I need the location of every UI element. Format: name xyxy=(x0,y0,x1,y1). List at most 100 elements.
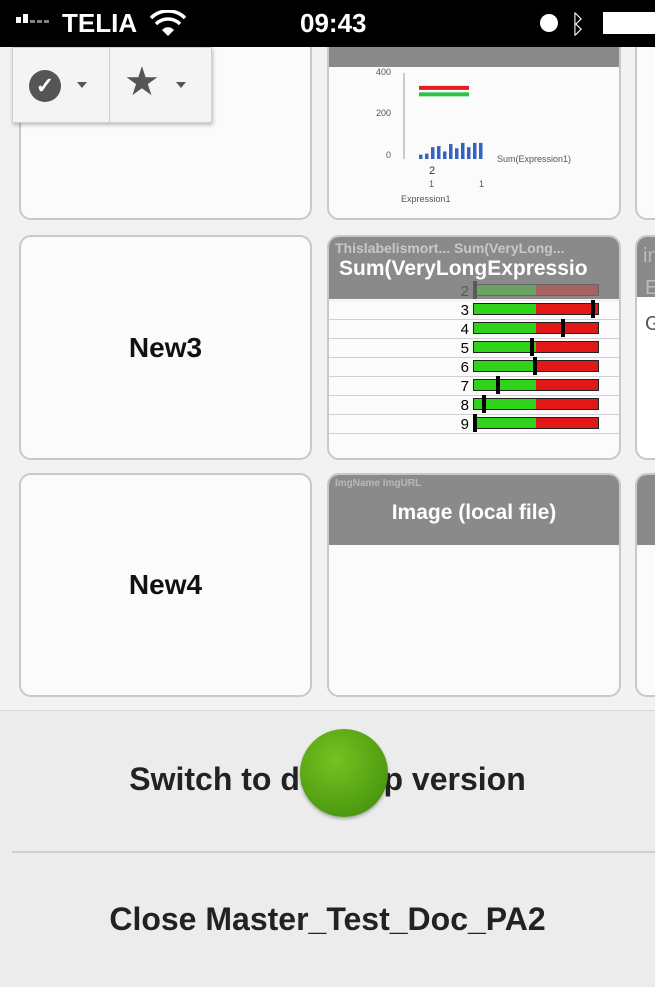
gauge-bar xyxy=(473,341,599,353)
signal-strength-icon xyxy=(16,14,49,23)
gauge-bar xyxy=(473,379,599,391)
gauge-row: 8 xyxy=(329,395,619,415)
card-header: ImgName ImgURL Image (local file) xyxy=(329,475,619,545)
bar xyxy=(419,154,423,159)
gauge-row-label: 3 xyxy=(460,302,469,319)
image-card[interactable]: ImgName ImgURL Image (local file) xyxy=(327,473,621,697)
gauge-bar xyxy=(473,303,599,315)
gauge-green-segment xyxy=(474,304,536,314)
y-tick-label: 400 xyxy=(376,67,391,77)
wifi-icon xyxy=(150,10,186,36)
gauge-row-label: 5 xyxy=(460,340,469,357)
sheet-card-partial[interactable]: in E G xyxy=(635,235,655,460)
bar-chart: 400 200 0 2 1 1 Expression1 Sum(Expressi… xyxy=(376,67,571,204)
card-title: Sum(VeryLongExpressio xyxy=(339,257,588,280)
gauge-row-label: 7 xyxy=(460,378,469,395)
bar xyxy=(443,151,447,159)
gauge-row: 4 xyxy=(329,319,619,339)
gauge-red-segment xyxy=(536,380,598,390)
x-tick-label: 2 xyxy=(429,165,435,177)
gauge-row: 2 xyxy=(329,281,619,301)
bar xyxy=(467,147,471,159)
divider xyxy=(12,851,655,853)
gauge-green-segment xyxy=(474,380,536,390)
check-circle-icon: ✓ xyxy=(29,70,61,102)
chart-card[interactable]: 400 200 0 2 1 1 Expression1 Sum(Expressi… xyxy=(327,47,621,220)
sheet-card-new4[interactable]: New4 xyxy=(19,473,312,697)
gauge-green-segment xyxy=(474,418,536,428)
gauge-bar xyxy=(473,398,599,410)
ghost-header-text: Thislabelismort... Sum(VeryLong... xyxy=(335,240,565,256)
gauge-row: 6 xyxy=(329,357,619,377)
gauge-card[interactable]: Thislabelismort... Sum(VeryLong... Sum(V… xyxy=(327,235,621,460)
y-tick-label: 0 xyxy=(386,150,391,160)
legend-label: Sum(Expression1) xyxy=(497,154,571,164)
gauge-green-segment xyxy=(474,323,536,333)
gauge-row-label: 6 xyxy=(460,359,469,376)
status-bar: TELIA 09:43 ᛒ xyxy=(0,0,655,47)
close-document-button[interactable]: Close Master_Test_Doc_PA2 xyxy=(0,901,655,938)
battery-icon xyxy=(603,12,655,34)
gauge-green-segment xyxy=(474,361,536,371)
chevron-down-icon xyxy=(77,82,87,88)
bar xyxy=(461,142,465,159)
gauge-bar xyxy=(473,322,599,334)
bar xyxy=(431,147,435,159)
partial-text: in xyxy=(643,245,655,267)
gauge-marker xyxy=(473,414,477,432)
ghost-header-text: ImgName ImgURL xyxy=(335,478,422,489)
y-tick-label: 200 xyxy=(376,108,391,118)
gauge-marker xyxy=(473,281,477,299)
gauge-red-segment xyxy=(536,323,598,333)
sheet-card-partial[interactable] xyxy=(635,47,655,220)
selection-toolbar: ✓ ★ xyxy=(12,47,212,123)
clock-time: 09:43 xyxy=(300,8,367,38)
gauge-bar xyxy=(473,417,599,429)
selections-button[interactable]: ✓ xyxy=(13,48,110,122)
gauge-row-label: 2 xyxy=(460,283,469,300)
gauge-marker xyxy=(496,376,501,394)
bar-series xyxy=(419,142,483,159)
bluetooth-icon: ᛒ xyxy=(570,9,586,39)
gauge-row-label: 8 xyxy=(460,397,469,414)
bar xyxy=(455,148,459,159)
gauge-row: 9 xyxy=(329,414,619,434)
gauge-marker xyxy=(532,357,537,375)
x-axis-label: Expression1 xyxy=(401,194,451,204)
bar xyxy=(473,142,477,159)
gauge-marker xyxy=(530,338,535,356)
partial-text: E xyxy=(645,277,655,300)
sheet-card-new3[interactable]: New3 xyxy=(19,235,312,460)
alarm-clock-icon xyxy=(540,14,558,32)
gauge-row: 5 xyxy=(329,338,619,358)
gauge-red-segment xyxy=(536,304,598,314)
sheet-label: New4 xyxy=(128,569,203,600)
carrier-name: TELIA xyxy=(62,8,138,38)
gauge-green-segment xyxy=(474,285,536,295)
gauge-marker xyxy=(591,300,596,318)
gauge-red-segment xyxy=(536,399,598,409)
gauge-red-segment xyxy=(536,418,598,428)
reference-line xyxy=(419,85,469,90)
sheet-card-partial[interactable] xyxy=(635,473,655,697)
bar xyxy=(479,142,483,159)
x-tick-label: 1 xyxy=(479,179,484,189)
partial-text: G xyxy=(645,313,655,336)
bar xyxy=(437,146,441,159)
star-icon: ★ xyxy=(124,60,160,104)
touch-indicator xyxy=(300,729,388,817)
gauge-row-label: 9 xyxy=(460,416,469,433)
bookmarks-button[interactable]: ★ xyxy=(110,48,206,122)
gauge-marker xyxy=(481,395,486,413)
bar xyxy=(425,153,429,159)
gauge-marker xyxy=(560,319,565,337)
sheet-label: New3 xyxy=(128,331,203,363)
gauge-bar xyxy=(473,284,599,296)
gauge-row: 3 xyxy=(329,300,619,320)
gauge-row-label: 4 xyxy=(460,321,469,338)
reference-line xyxy=(419,92,469,97)
gauge-green-segment xyxy=(474,342,536,352)
x-tick-label: 1 xyxy=(429,179,434,189)
gauge-red-segment xyxy=(536,361,598,371)
gauge-red-segment xyxy=(536,342,598,352)
